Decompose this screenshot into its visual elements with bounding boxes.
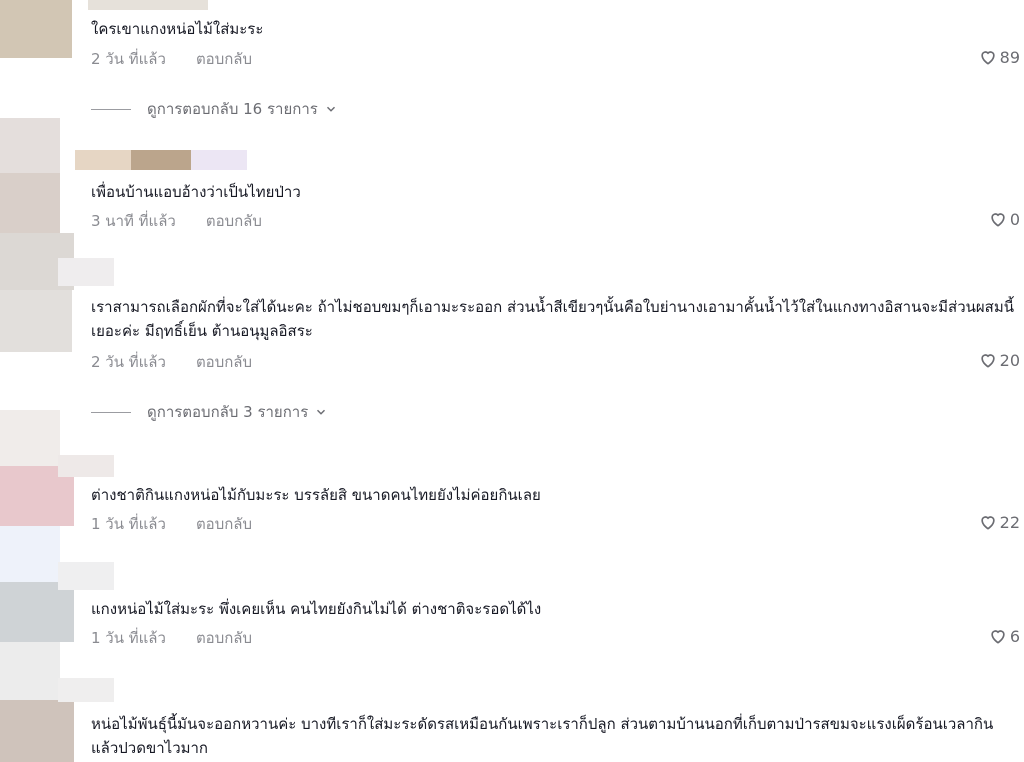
chevron-down-icon bbox=[317, 409, 326, 415]
blurred-avatar bbox=[0, 290, 72, 352]
comment-text: เราสามารถเลือกผักที่จะใส่ได้นะคะ ถ้าไม่ช… bbox=[91, 298, 1014, 340]
comment-meta: 1 วัน ที่แล้ว ตอบกลับ bbox=[91, 626, 252, 650]
divider-line bbox=[91, 108, 131, 110]
heart-outline-icon bbox=[991, 213, 1005, 227]
comment-time: 2 วัน ที่แล้ว bbox=[91, 353, 166, 371]
blurred-avatar bbox=[0, 0, 72, 58]
heart-outline-icon bbox=[980, 51, 995, 65]
divider-line bbox=[91, 411, 131, 413]
comment-meta: 3 นาที ที่แล้ว ตอบกลับ bbox=[91, 209, 262, 233]
reply-button[interactable]: ตอบกลับ bbox=[206, 212, 262, 230]
blurred-username bbox=[58, 562, 114, 590]
blurred-username bbox=[131, 150, 191, 170]
comment-time: 1 วัน ที่แล้ว bbox=[91, 515, 166, 533]
blurred-username bbox=[58, 455, 114, 477]
reply-button[interactable]: ตอบกลับ bbox=[196, 515, 252, 533]
reply-button[interactable]: ตอบกลับ bbox=[196, 629, 252, 647]
comment-text: ต่างชาติกินแกงหน่อไม้กับมะระ บรรลัยสิ ขน… bbox=[91, 486, 541, 504]
comment-text: แกงหน่อไม้ใส่มะระ พึ่งเคยเห็น คนไทยยังกิ… bbox=[91, 600, 542, 618]
blurred-avatar bbox=[0, 642, 60, 700]
reply-button[interactable]: ตอบกลับ bbox=[196, 50, 252, 68]
blurred-avatar bbox=[0, 582, 74, 642]
comment-time: 3 นาที ที่แล้ว bbox=[91, 212, 176, 230]
reply-button[interactable]: ตอบกลับ bbox=[196, 353, 252, 371]
like-count: 20 bbox=[999, 350, 1020, 370]
like-count: 22 bbox=[999, 512, 1020, 532]
like-button[interactable]: 0 bbox=[988, 209, 1020, 229]
comment-meta: 2 วัน ที่แล้ว ตอบกลับ bbox=[91, 47, 252, 71]
comment-time: 1 วัน ที่แล้ว bbox=[91, 629, 166, 647]
comment-meta: 2 วัน ที่แล้ว ตอบกลับ bbox=[91, 350, 252, 374]
heart-outline-icon bbox=[980, 354, 995, 368]
view-replies-label: ดูการตอบกลับ 16 รายการ bbox=[147, 100, 318, 118]
blurred-avatar bbox=[0, 118, 60, 173]
like-button[interactable]: 89 bbox=[978, 47, 1020, 67]
comment-meta: 1 วัน ที่แล้ว ตอบกลับ bbox=[91, 512, 252, 536]
comment-text: เพื่อนบ้านแอบอ้างว่าเป็นไทยป่าว bbox=[91, 183, 301, 201]
blurred-username bbox=[58, 258, 114, 286]
blurred-avatar bbox=[0, 526, 60, 582]
like-button[interactable]: 22 bbox=[978, 512, 1020, 532]
blurred-avatar bbox=[0, 173, 60, 233]
view-replies-label: ดูการตอบกลับ 3 รายการ bbox=[147, 403, 309, 421]
like-count: 6 bbox=[1009, 626, 1020, 646]
view-replies-button[interactable]: ดูการตอบกลับ 16 รายการ bbox=[91, 97, 338, 121]
like-button[interactable]: 20 bbox=[978, 350, 1020, 370]
blurred-avatar bbox=[0, 700, 74, 762]
heart-outline-icon bbox=[980, 516, 995, 530]
like-button[interactable]: 6 bbox=[988, 626, 1020, 646]
blurred-username bbox=[88, 0, 208, 10]
blurred-username bbox=[58, 678, 114, 702]
blurred-username bbox=[75, 150, 131, 170]
blurred-username bbox=[191, 150, 247, 170]
comment-text: หน่อไม้พันธุ์นี้มันจะออกหวานค่ะ บางทีเรา… bbox=[91, 715, 994, 757]
heart-outline-icon bbox=[991, 630, 1005, 644]
like-count: 0 bbox=[1009, 209, 1020, 229]
comment-text: ใครเขาแกงหน่อไม้ใส่มะระ bbox=[91, 20, 264, 38]
chevron-down-icon bbox=[326, 106, 335, 112]
comment-time: 2 วัน ที่แล้ว bbox=[91, 50, 166, 68]
view-replies-button[interactable]: ดูการตอบกลับ 3 รายการ bbox=[91, 400, 328, 424]
blurred-avatar bbox=[0, 410, 60, 466]
like-count: 89 bbox=[999, 47, 1020, 67]
